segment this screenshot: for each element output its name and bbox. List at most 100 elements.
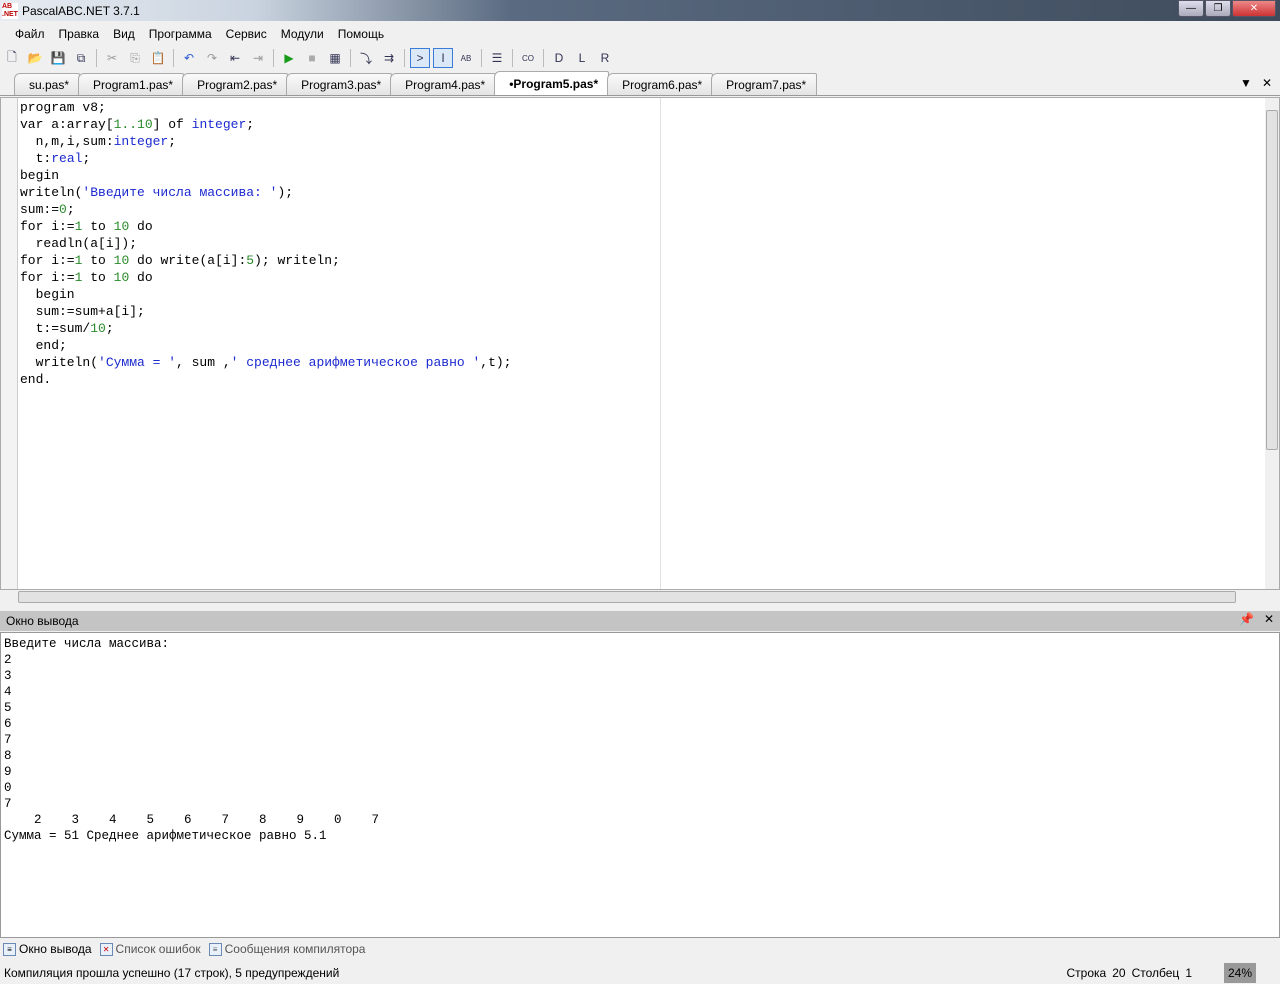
compiler-messages-icon: ≡ [208, 942, 222, 956]
step-into-icon[interactable]: ⤵ [356, 48, 376, 68]
tab-list-dropdown-icon[interactable]: ▼ [1240, 76, 1252, 90]
pin-icon[interactable]: 📌 [1239, 612, 1254, 626]
output-line: 2 3 4 5 6 7 8 9 0 7 [4, 813, 380, 827]
save-icon[interactable]: 💾 [48, 48, 68, 68]
code-line: t:=sum/10; [20, 320, 512, 337]
code-token: 10 [90, 321, 106, 336]
code-token: 10 [113, 219, 130, 234]
output-line: 8 [4, 749, 12, 763]
save-all-icon[interactable]: ⧉ [71, 48, 91, 68]
code-token: ,t); [480, 355, 512, 370]
tab-program1[interactable]: Program1.pas* [78, 73, 185, 95]
undo-icon[interactable]: ↶ [179, 48, 199, 68]
toolbar: 🗋 📂 💾 ⧉ ✂ ⎘ 📋 ↶ ↷ ⇤ ⇥ ▶ ■ ▦ ⤵ ⇉ > I AB ☰… [0, 46, 1280, 70]
code-line: sum:=0; [20, 201, 512, 218]
abc-icon[interactable]: AB [456, 48, 476, 68]
editor-gutter [1, 98, 18, 589]
window-title: PascalABC.NET 3.7.1 [22, 3, 140, 18]
code-token: ; [168, 134, 177, 149]
close-tab-icon[interactable]: ✕ [1262, 76, 1272, 90]
code-token: 10 [113, 270, 130, 285]
redo-icon[interactable]: ↷ [202, 48, 222, 68]
menu-modules[interactable]: Модули [274, 27, 331, 41]
code-token: 'Введите числа массива: ' [82, 185, 278, 200]
maximize-button[interactable]: ❐ [1205, 0, 1231, 17]
tab-program6[interactable]: Program6.pas* [607, 73, 714, 95]
tab-program4[interactable]: Program4.pas* [390, 73, 497, 95]
output-line: 3 [4, 669, 12, 683]
tab-program5[interactable]: •Program5.pas* [494, 71, 610, 95]
code-token: 'Сумма = ' [98, 355, 177, 370]
form-l-icon[interactable]: L [572, 48, 592, 68]
code-token: to [82, 253, 114, 268]
text-cursor-icon[interactable]: I [433, 48, 453, 68]
open-folder-icon[interactable]: 📂 [25, 48, 45, 68]
right-margin-line [660, 98, 661, 589]
tab-compiler-messages[interactable]: ≡ Сообщения компилятора [208, 942, 366, 956]
row-value: 20 [1112, 966, 1126, 980]
output-line: 5 [4, 701, 12, 715]
output-line: 0 [4, 781, 12, 795]
code-token: do [129, 219, 153, 234]
code-token: sum:= [20, 202, 60, 217]
compile-icon[interactable]: ▦ [325, 48, 345, 68]
console-icon[interactable]: > [410, 48, 430, 68]
menu-file[interactable]: Файл [8, 27, 52, 41]
menu-service[interactable]: Сервис [219, 27, 274, 41]
code-token: writeln( [20, 355, 99, 370]
code-token: to [82, 270, 114, 285]
code-token: ; [246, 117, 255, 132]
menu-program[interactable]: Программа [142, 27, 219, 41]
code-line: for i:=1 to 10 do write(a[i]:5); writeln… [20, 252, 512, 269]
menu-edit[interactable]: Правка [52, 27, 107, 41]
code-token: readln(a[i]); [20, 236, 138, 251]
code-line: readln(a[i]); [20, 235, 512, 252]
format-icon[interactable]: ☰ [487, 48, 507, 68]
tab-error-list[interactable]: ✕ Список ошибок [99, 942, 201, 956]
stop-icon[interactable]: ■ [302, 48, 322, 68]
code-line: begin [20, 167, 512, 184]
minimize-button[interactable]: — [1178, 0, 1204, 17]
horizontal-scrollbar[interactable] [0, 590, 1266, 604]
row-label: Строка [1066, 966, 1107, 980]
tab-program3[interactable]: Program3.pas* [286, 73, 393, 95]
output-line: Введите числа массива: [4, 637, 177, 651]
tab-label: Список ошибок [115, 942, 201, 956]
new-file-icon[interactable]: 🗋 [2, 48, 22, 68]
code-token: n,m,i,sum: [20, 134, 114, 149]
code-text[interactable]: program v8; var a:array[1..10] of integer… [20, 99, 512, 388]
code-line: sum:=sum+a[i]; [20, 303, 512, 320]
close-output-icon[interactable]: ✕ [1264, 612, 1274, 626]
status-message: Компиляция прошла успешно (17 строк), 5 … [4, 966, 340, 980]
paste-icon[interactable]: 📋 [148, 48, 168, 68]
run-icon[interactable]: ▶ [279, 48, 299, 68]
code-line: var a:array[1..10] of integer; [20, 116, 512, 133]
indent-icon[interactable]: ⇤ [225, 48, 245, 68]
code-token: ; [105, 321, 114, 336]
cut-icon[interactable]: ✂ [102, 48, 122, 68]
code-editor[interactable]: program v8; var a:array[1..10] of integer… [0, 97, 1280, 590]
col-label: Столбец [1131, 966, 1180, 980]
form-r-icon[interactable]: R [595, 48, 615, 68]
tab-program2[interactable]: Program2.pas* [182, 73, 289, 95]
code-line: for i:=1 to 10 do [20, 269, 512, 286]
form-d-icon[interactable]: D [549, 48, 569, 68]
close-button[interactable]: ✕ [1232, 0, 1276, 17]
step-over-icon[interactable]: ⇉ [379, 48, 399, 68]
copy-icon[interactable]: ⎘ [125, 48, 145, 68]
output-window[interactable]: Введите числа массива: 2 3 4 5 6 7 8 9 0 7 2 3 4 … [0, 632, 1280, 938]
tab-su[interactable]: su.pas* [14, 73, 81, 95]
output-window-icon: ≡ [3, 942, 16, 956]
tab-output-window[interactable]: ≡ Окно вывода [3, 942, 92, 956]
code-line: writeln('Введите числа массива: '); [20, 184, 512, 201]
tab-program7[interactable]: Program7.pas* [711, 73, 818, 95]
unindent-icon[interactable]: ⇥ [248, 48, 268, 68]
code-icon[interactable]: CO [518, 48, 538, 68]
menu-help[interactable]: Помощь [331, 27, 391, 41]
code-line: end. [20, 371, 512, 388]
tab-label: Сообщения компилятора [224, 942, 366, 956]
menu-view[interactable]: Вид [106, 27, 142, 41]
menu-bar: Файл Правка Вид Программа Сервис Модули … [0, 22, 1280, 45]
code-line: writeln('Сумма = ', sum ,' среднее арифм… [20, 354, 512, 371]
vertical-scrollbar[interactable] [1265, 98, 1279, 589]
